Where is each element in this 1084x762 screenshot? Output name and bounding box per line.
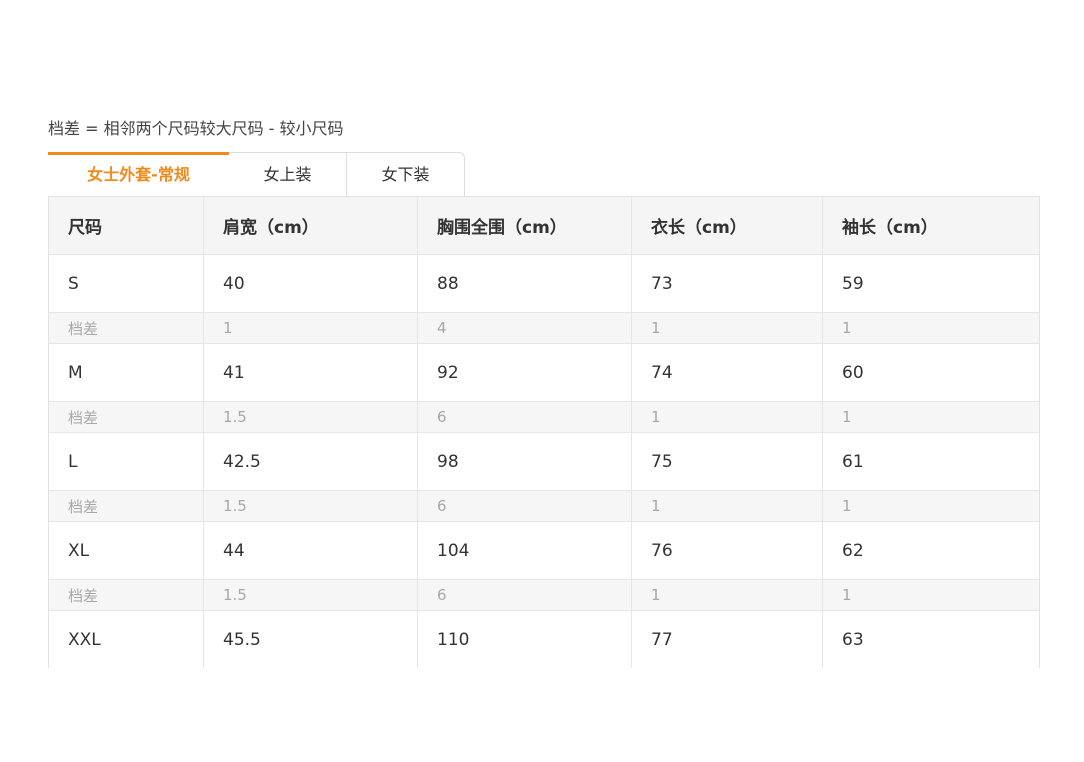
size-difference-row: 档差 1.5 6 1 1 — [49, 402, 1039, 433]
table-cell: 1 — [842, 408, 852, 426]
table-cell: 45.5 — [204, 611, 418, 668]
table-cell: 1 — [632, 313, 823, 343]
size-difference-row: 档差 1.5 6 1 1 — [49, 580, 1039, 611]
table-header-row: 尺码 肩宽（cm） 胸围全围（cm） 衣长（cm） 袖长（cm） — [49, 197, 1039, 255]
header-bust: 胸围全围（cm） — [418, 197, 632, 254]
table-cell: 档差 — [49, 491, 204, 521]
table-cell: 档差 — [49, 313, 204, 343]
table-cell: XL — [49, 522, 204, 579]
table-cell: 1 — [632, 402, 823, 432]
table-row: S 40 88 73 59 — [49, 255, 1039, 313]
table-cell: 62 — [842, 540, 864, 561]
tab-womens-coat-regular[interactable]: 女士外套-常规 — [48, 152, 229, 196]
table-body: S 40 88 73 59 档差 1 4 1 1 M 41 92 74 60 档差 1.5 6 1 1 L 42.5 98 7… — [49, 255, 1039, 668]
table-cell: 4 — [418, 313, 632, 343]
tab-womens-bottoms[interactable]: 女下装 — [347, 152, 465, 196]
category-tabs: 女士外套-常规 女上装 女下装 — [48, 152, 465, 196]
table-cell: 1.5 — [204, 402, 418, 432]
size-chart-table: 尺码 肩宽（cm） 胸围全围（cm） 衣长（cm） 袖长（cm） S 40 88 73… — [48, 196, 1040, 668]
table-cell: 6 — [418, 580, 632, 610]
header-sleeve-length: 袖长（cm） — [842, 218, 938, 238]
header-length: 衣长（cm） — [632, 197, 823, 254]
table-cell: S — [49, 255, 204, 312]
table-cell: 40 — [204, 255, 418, 312]
table-cell: 73 — [632, 255, 823, 312]
table-cell: 41 — [204, 344, 418, 401]
table-cell: 110 — [418, 611, 632, 668]
size-difference-row: 档差 1 4 1 1 — [49, 313, 1039, 344]
table-cell: 1 — [842, 319, 852, 337]
table-cell: 60 — [842, 362, 864, 383]
table-cell: 1 — [204, 313, 418, 343]
table-cell: 1 — [842, 497, 852, 515]
header-shoulder-width: 肩宽（cm） — [204, 197, 418, 254]
table-cell: 59 — [842, 273, 864, 294]
table-cell: L — [49, 433, 204, 490]
table-row: XXL 45.5 110 77 63 — [49, 611, 1039, 668]
table-row: M 41 92 74 60 — [49, 344, 1039, 402]
table-cell: 63 — [842, 629, 864, 650]
table-cell: 6 — [418, 402, 632, 432]
table-cell: 74 — [632, 344, 823, 401]
size-difference-note: 档差 = 相邻两个尺码较大尺码 - 较小尺码 — [48, 119, 344, 138]
table-cell: 44 — [204, 522, 418, 579]
table-cell: 42.5 — [204, 433, 418, 490]
size-difference-row: 档差 1.5 6 1 1 — [49, 491, 1039, 522]
table-cell: 1.5 — [204, 491, 418, 521]
table-cell: 92 — [418, 344, 632, 401]
tab-womens-tops[interactable]: 女上装 — [229, 152, 347, 196]
table-cell: 77 — [632, 611, 823, 668]
table-cell: 1 — [842, 586, 852, 604]
table-cell: 61 — [842, 451, 864, 472]
table-cell: M — [49, 344, 204, 401]
header-size: 尺码 — [49, 197, 204, 254]
table-cell: 6 — [418, 491, 632, 521]
table-cell: 98 — [418, 433, 632, 490]
table-cell: 1.5 — [204, 580, 418, 610]
table-row: L 42.5 98 75 61 — [49, 433, 1039, 491]
table-row: XL 44 104 76 62 — [49, 522, 1039, 580]
table-cell: 75 — [632, 433, 823, 490]
table-cell: XXL — [49, 611, 204, 668]
table-cell: 76 — [632, 522, 823, 579]
table-cell: 档差 — [49, 402, 204, 432]
table-cell: 88 — [418, 255, 632, 312]
table-cell: 档差 — [49, 580, 204, 610]
table-cell: 104 — [418, 522, 632, 579]
table-cell: 1 — [632, 491, 823, 521]
table-cell: 1 — [632, 580, 823, 610]
